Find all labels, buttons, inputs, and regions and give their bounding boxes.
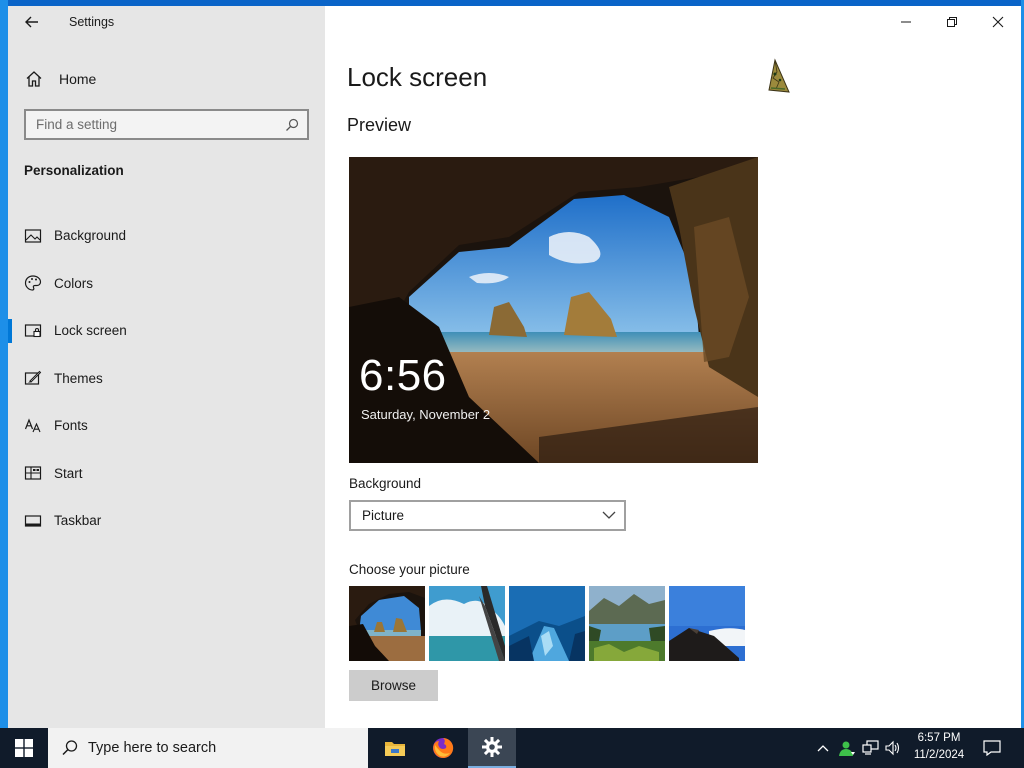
- animated-cursor-icon: [768, 58, 790, 93]
- firefox-icon: [433, 737, 454, 758]
- show-hidden-icons-button[interactable]: [814, 728, 832, 768]
- nav-item-label: Start: [54, 465, 83, 481]
- taskbar-search-text: Type here to search: [88, 740, 217, 756]
- network-icon: [862, 740, 879, 755]
- taskbar-clock[interactable]: 6:57 PM 11/2/2024: [903, 730, 975, 766]
- settings-taskbar-button[interactable]: [468, 728, 516, 768]
- preview-heading: Preview: [347, 115, 412, 135]
- picture-thumbnails: [349, 586, 745, 661]
- thumbnail-mountain-lake[interactable]: [589, 586, 665, 661]
- background-label: Background: [349, 476, 422, 491]
- nav-item-lock-screen[interactable]: Lock screen: [8, 307, 325, 355]
- title-bar: Settings: [8, 6, 325, 38]
- page-title: Lock screen: [347, 62, 488, 92]
- restore-icon: [947, 17, 957, 27]
- background-dropdown[interactable]: Picture: [349, 500, 626, 531]
- minimize-button[interactable]: [883, 6, 929, 38]
- active-indicator: [8, 318, 12, 343]
- nav-item-themes[interactable]: Themes: [8, 355, 325, 403]
- start-button[interactable]: [0, 728, 48, 768]
- network-tray-button[interactable]: [860, 728, 882, 768]
- background-dropdown-value: Picture: [362, 508, 405, 523]
- nav-item-label: Taskbar: [54, 513, 102, 529]
- speaker-icon: [885, 740, 900, 756]
- settings-window: Settings Home Personalization Backgroun: [8, 6, 1021, 728]
- user-tray-button[interactable]: [836, 728, 858, 768]
- nav-item-start[interactable]: Start: [8, 450, 325, 498]
- nav-item-label: Fonts: [54, 418, 88, 434]
- thumbnail-ice-cave[interactable]: [509, 586, 585, 661]
- section-title: Personalization: [24, 163, 124, 178]
- user-sync-icon: [839, 741, 855, 756]
- personalization-nav: Background Colors Lock screen Themes Fon…: [8, 212, 325, 545]
- home-label: Home: [59, 71, 97, 87]
- nav-item-label: Themes: [54, 370, 103, 386]
- notification-icon: [983, 740, 1001, 756]
- nav-item-label: Lock screen: [54, 323, 127, 339]
- minimize-icon: [901, 21, 911, 23]
- desktop-edge: [0, 0, 8, 730]
- search-icon: [62, 740, 78, 756]
- taskbar: Type here to search 6:57 PM 11/2/2024: [0, 728, 1024, 768]
- windows-logo-icon: [15, 739, 33, 757]
- clock-date: 11/2/2024: [913, 749, 965, 761]
- find-setting-search: [24, 109, 309, 140]
- lock-screen-icon: [24, 324, 42, 337]
- main-content: Lock screen Preview 6:56 Saturday, Novem…: [325, 6, 1021, 728]
- volume-tray-button[interactable]: [883, 728, 903, 768]
- file-explorer-icon: [385, 742, 405, 756]
- file-explorer-taskbar-button[interactable]: [371, 728, 419, 768]
- restore-button[interactable]: [929, 6, 975, 38]
- clock-time: 6:57 PM: [917, 732, 961, 744]
- thumbnail-cliff-sky[interactable]: [669, 586, 745, 661]
- preview-date: Saturday, November 2: [361, 407, 491, 422]
- lock-screen-preview: 6:56 Saturday, November 2: [349, 157, 758, 463]
- back-button[interactable]: [22, 12, 42, 32]
- preview-clock: 6:56: [359, 351, 447, 400]
- background-icon: [24, 229, 42, 243]
- nav-item-label: Background: [54, 228, 127, 244]
- nav-item-label: Colors: [54, 275, 94, 291]
- search-icon[interactable]: [285, 118, 299, 132]
- nav-item-background[interactable]: Background: [8, 212, 325, 260]
- taskbar-icon: [24, 515, 42, 527]
- nav-item-taskbar[interactable]: Taskbar: [8, 497, 325, 545]
- browse-button[interactable]: Browse: [349, 670, 438, 701]
- sidebar: Settings Home Personalization Backgroun: [8, 6, 325, 728]
- nav-item-colors[interactable]: Colors: [8, 260, 325, 308]
- window-controls: [883, 6, 1021, 38]
- action-center-button[interactable]: [978, 728, 1006, 768]
- nav-item-fonts[interactable]: Fonts: [8, 402, 325, 450]
- colors-icon: [24, 275, 42, 291]
- home-icon: [26, 71, 42, 87]
- themes-icon: [24, 371, 42, 385]
- chevron-down-icon: [602, 511, 616, 519]
- close-button[interactable]: [975, 6, 1021, 38]
- thumbnail-clouds-plane-wing[interactable]: [429, 586, 505, 661]
- home-nav-item[interactable]: Home: [22, 66, 312, 92]
- chevron-up-icon: [817, 745, 829, 752]
- taskbar-search-box[interactable]: Type here to search: [48, 728, 368, 768]
- start-icon: [24, 466, 42, 480]
- thumbnail-cave-beach[interactable]: [349, 586, 425, 661]
- gear-icon: [482, 737, 502, 757]
- back-arrow-icon: [25, 16, 38, 28]
- find-setting-input[interactable]: [26, 111, 276, 138]
- fonts-icon: [24, 418, 41, 432]
- close-icon: [992, 16, 1004, 28]
- app-title: Settings: [69, 15, 115, 29]
- firefox-taskbar-button[interactable]: [419, 728, 467, 768]
- choose-picture-label: Choose your picture: [349, 562, 470, 577]
